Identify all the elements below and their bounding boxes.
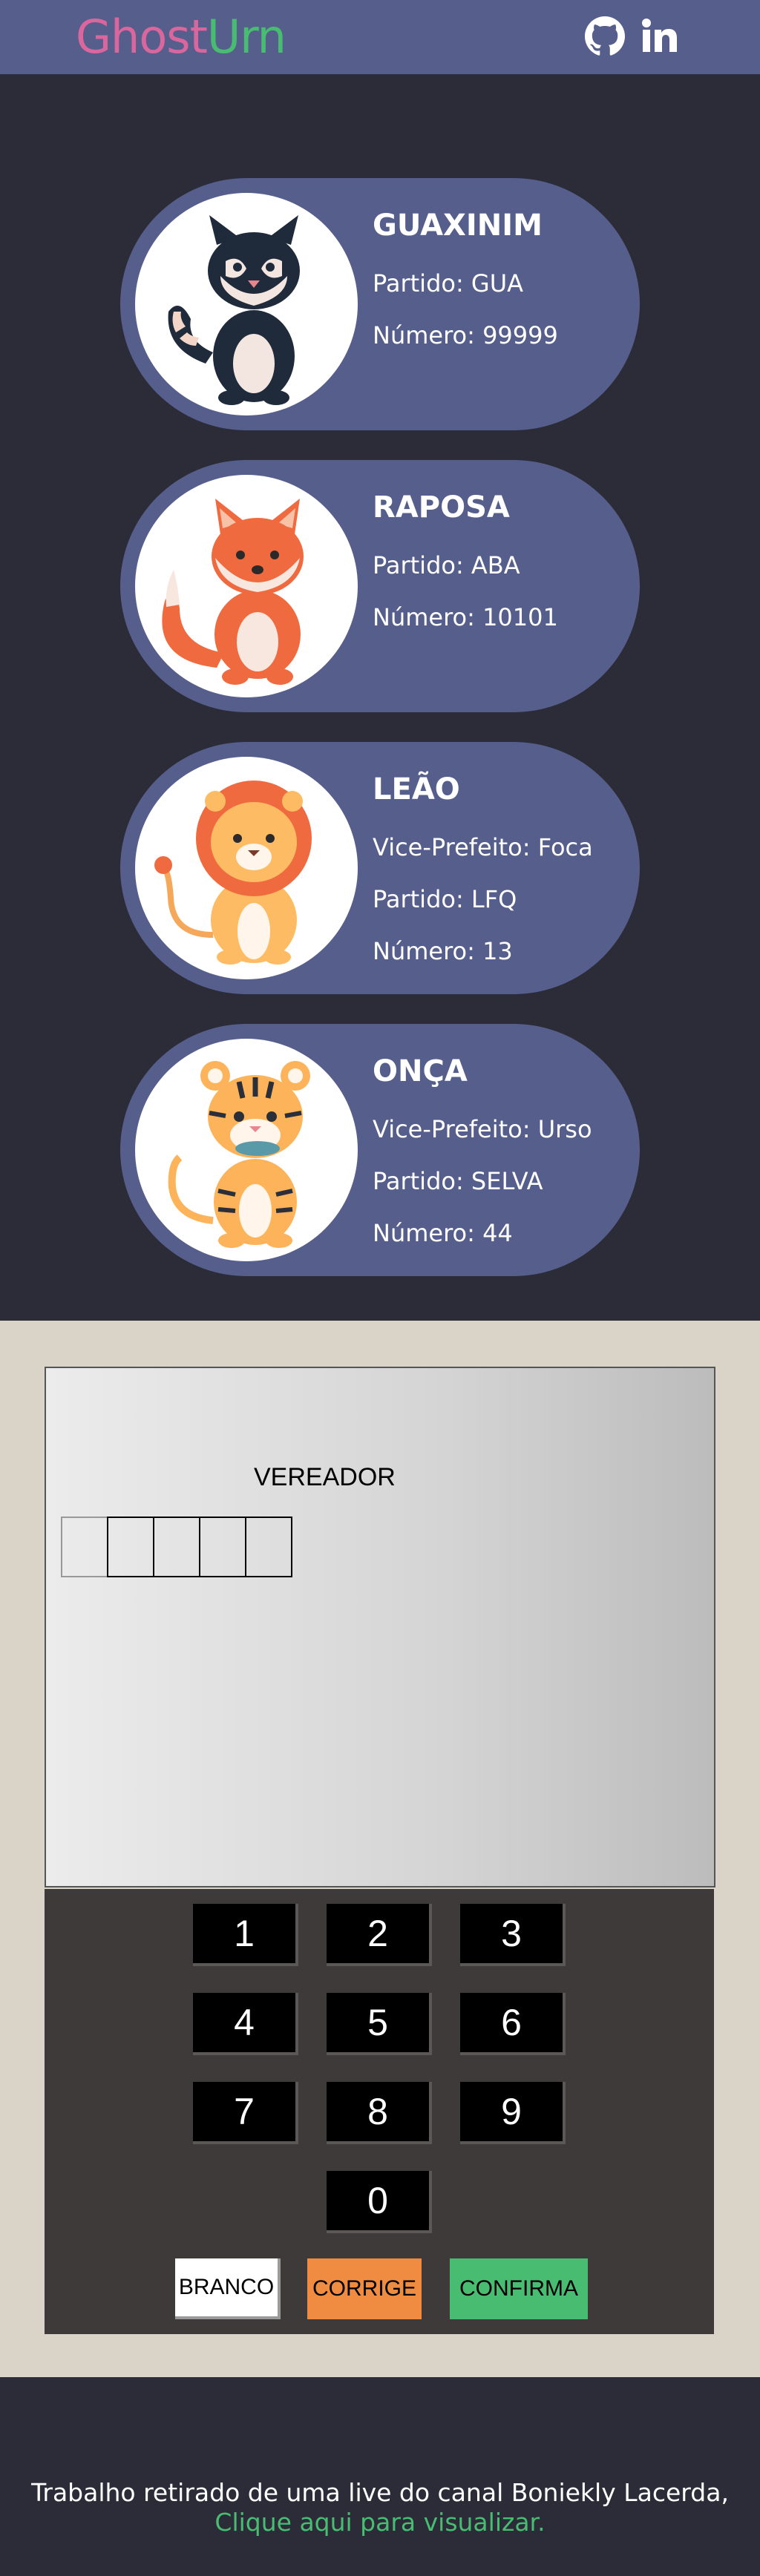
logo-ghost-text: Ghost	[76, 10, 208, 64]
logo-urn-text: Urn	[206, 10, 286, 64]
voting-machine: VEREADOR 1 2 3 4 5 6 7 8 9 0 BRANCO CORR…	[0, 1321, 760, 2377]
candidate-number: Número: 13	[373, 937, 513, 965]
candidate-party: Partido: ABA	[373, 551, 520, 579]
corrige-button[interactable]: CORRIGE	[307, 2258, 422, 2319]
candidate-card: ONÇA Vice-Prefeito: Urso Partido: SELVA …	[120, 1024, 640, 1276]
github-icon[interactable]	[585, 16, 625, 56]
key-2[interactable]: 2	[327, 1904, 432, 1966]
digit-box	[61, 1517, 108, 1577]
keypad: 1 2 3 4 5 6 7 8 9 0 BRANCO CORRIGE CONFI…	[45, 1889, 714, 2334]
candidate-name: ONÇA	[373, 1054, 468, 1088]
digit-box	[245, 1517, 292, 1577]
key-6[interactable]: 6	[460, 1993, 566, 2055]
linkedin-icon[interactable]	[640, 16, 680, 56]
candidate-party: Partido: SELVA	[373, 1167, 543, 1195]
key-5[interactable]: 5	[327, 1993, 432, 2055]
role-label: VEREADOR	[254, 1463, 396, 1491]
key-8[interactable]: 8	[327, 2082, 432, 2144]
digit-box	[153, 1517, 200, 1577]
candidate-card: RAPOSA Partido: ABA Número: 10101	[120, 460, 640, 712]
footer-text: Trabalho retirado de uma live do canal B…	[31, 2478, 729, 2507]
digit-box	[199, 1517, 246, 1577]
key-0[interactable]: 0	[327, 2171, 432, 2233]
candidate-vice: Vice-Prefeito: Foca	[373, 833, 593, 861]
key-3[interactable]: 3	[460, 1904, 566, 1966]
candidate-number: Número: 10101	[373, 603, 558, 631]
logo[interactable]: GhostUrn	[76, 9, 286, 65]
machine-screen: VEREADOR	[45, 1367, 715, 1887]
key-9[interactable]: 9	[460, 2082, 566, 2144]
footer: Trabalho retirado de uma live do canal B…	[0, 2478, 760, 2537]
jaguar-icon	[135, 1039, 358, 1261]
lion-icon	[135, 757, 358, 979]
candidate-number: Número: 99999	[373, 321, 558, 349]
candidate-party: Partido: GUA	[373, 269, 524, 298]
candidate-vice: Vice-Prefeito: Urso	[373, 1115, 592, 1143]
key-1[interactable]: 1	[193, 1904, 298, 1966]
candidate-name: GUAXINIM	[373, 208, 543, 243]
fox-icon	[135, 475, 358, 697]
digit-box	[107, 1517, 154, 1577]
candidate-name: LEÃO	[373, 772, 460, 806]
candidate-card: LEÃO Vice-Prefeito: Foca Partido: LFQ Nú…	[120, 742, 640, 994]
candidate-card: GUAXINIM Partido: GUA Número: 99999	[120, 178, 640, 430]
footer-link[interactable]: Clique aqui para visualizar.	[0, 2508, 760, 2537]
header-bar: GhostUrn	[0, 0, 760, 74]
candidate-number: Número: 44	[373, 1219, 513, 1247]
raccoon-icon	[135, 193, 358, 415]
confirma-button[interactable]: CONFIRMA	[450, 2258, 588, 2319]
branco-button[interactable]: BRANCO	[175, 2258, 281, 2319]
key-7[interactable]: 7	[193, 2082, 298, 2144]
key-4[interactable]: 4	[193, 1993, 298, 2055]
number-boxes	[61, 1517, 292, 1577]
candidate-party: Partido: LFQ	[373, 885, 517, 913]
candidate-name: RAPOSA	[373, 490, 510, 525]
